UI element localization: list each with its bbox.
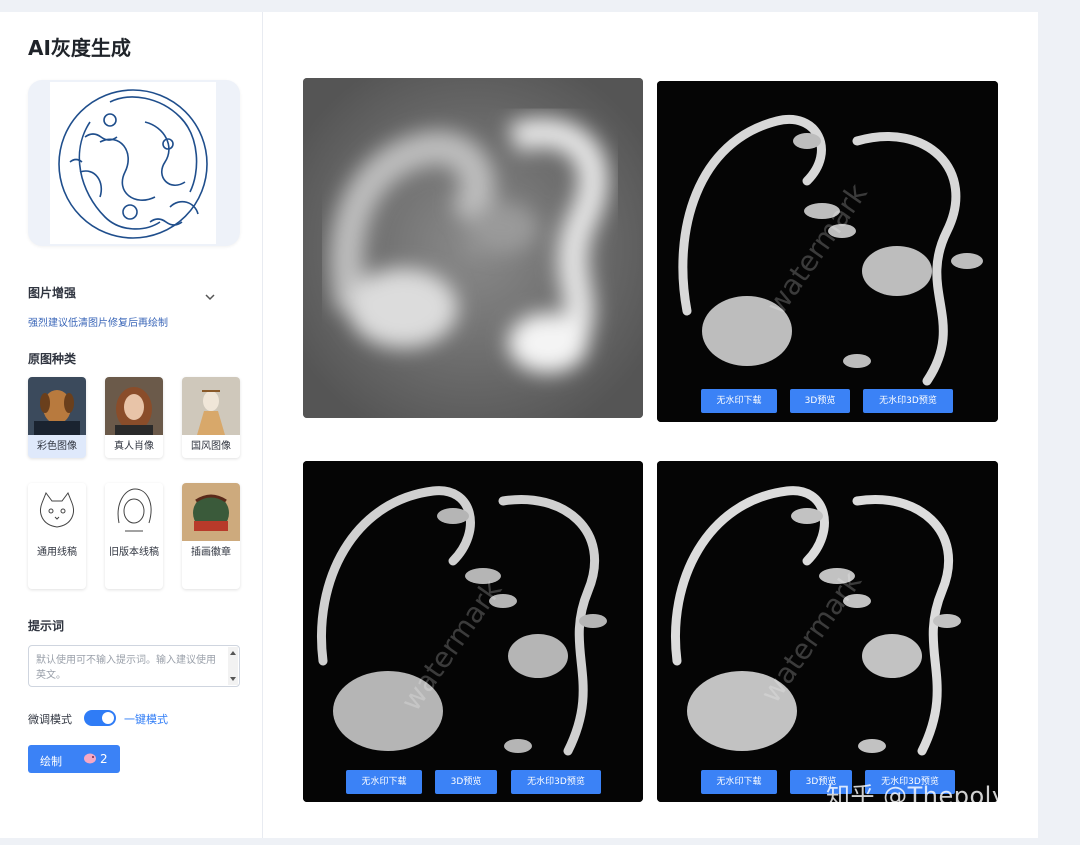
preview-3d-button[interactable]: 3D预览 bbox=[435, 770, 497, 794]
toggle-knob bbox=[102, 712, 114, 724]
prompt-scrollbar[interactable] bbox=[228, 647, 238, 685]
dog-thumbnail bbox=[28, 377, 86, 435]
depth-map-image bbox=[303, 78, 643, 418]
mode-left-label: 微调模式 bbox=[28, 713, 72, 726]
result-image-3[interactable]: watermark 无水印下载 3D预览 无水印3D预览 bbox=[657, 461, 998, 802]
mode-right-label[interactable]: 一键模式 bbox=[124, 711, 168, 727]
category-label-4: 旧版本线稿 bbox=[109, 547, 159, 558]
prompt-label: 提示词 bbox=[28, 619, 65, 633]
result-image-depth[interactable] bbox=[303, 78, 643, 418]
source-image-upload[interactable] bbox=[28, 80, 240, 246]
category-general-lineart[interactable]: 通用线稿 bbox=[28, 483, 86, 589]
girl-lineart-thumbnail bbox=[105, 483, 163, 541]
source-image bbox=[50, 82, 216, 244]
portrait-thumbnail bbox=[105, 377, 163, 435]
download-no-watermark-button[interactable]: 无水印下载 bbox=[346, 770, 422, 794]
category-illustration-badge[interactable]: 插画徽章 bbox=[182, 483, 240, 589]
category-legacy-lineart[interactable]: 旧版本线稿 bbox=[105, 483, 163, 589]
result-image-1[interactable]: watermark 无水印下载 3D预览 无水印3D预览 bbox=[657, 81, 998, 422]
preview-3d-no-watermark-button[interactable]: 无水印3D预览 bbox=[863, 389, 953, 413]
category-label-1: 真人肖像 bbox=[114, 441, 154, 452]
enhance-label: 图片增强 bbox=[28, 286, 77, 300]
category-portrait[interactable]: 真人肖像 bbox=[105, 377, 163, 458]
mode-toggle[interactable] bbox=[84, 710, 116, 726]
dragon-phoenix-grayscale: watermark bbox=[657, 461, 998, 802]
download-no-watermark-button[interactable]: 无水印下载 bbox=[701, 389, 777, 413]
preview-3d-button[interactable]: 3D预览 bbox=[790, 389, 850, 413]
category-chinese-style[interactable]: 国风图像 bbox=[182, 377, 240, 458]
dragon-phoenix-grayscale: watermark bbox=[303, 461, 643, 802]
download-no-watermark-button[interactable]: 无水印下载 bbox=[701, 770, 777, 794]
sidebar: AI灰度生成 图片增强 强烈建议低清图片修复后再绘制 原图种类 彩色图像 真人肖… bbox=[0, 12, 263, 838]
category-color-image[interactable]: 彩色图像 bbox=[28, 377, 86, 458]
category-label-0: 彩色图像 bbox=[37, 441, 77, 452]
enhance-hint: 强烈建议低清图片修复后再绘制 bbox=[28, 318, 168, 329]
chinese-style-thumbnail bbox=[182, 377, 240, 435]
category-label-5: 插画徽章 bbox=[191, 547, 231, 558]
main-panel: AI灰度生成 图片增强 强烈建议低清图片修复后再绘制 原图种类 彩色图像 真人肖… bbox=[0, 12, 1038, 838]
result-image-2[interactable]: watermark 无水印下载 3D预览 无水印3D预览 bbox=[303, 461, 643, 802]
piggy-coin-icon bbox=[84, 753, 96, 764]
draw-button[interactable]: 绘制 2 bbox=[28, 745, 120, 773]
prompt-input[interactable]: 默认使用可不输入提示词。输入建议使用英文。 bbox=[28, 645, 240, 687]
badge-thumbnail bbox=[182, 483, 240, 541]
site-watermark: 知乎 @Thepoly bbox=[826, 782, 1007, 810]
category-label: 原图种类 bbox=[28, 352, 77, 366]
prompt-placeholder: 默认使用可不输入提示词。输入建议使用英文。 bbox=[36, 655, 216, 681]
cat-lineart-thumbnail bbox=[28, 483, 86, 541]
category-label-2: 国风图像 bbox=[191, 441, 231, 452]
dragon-phoenix-grayscale: watermark bbox=[657, 81, 998, 422]
category-label-3: 通用线稿 bbox=[37, 547, 77, 558]
chevron-down-icon[interactable] bbox=[203, 290, 217, 304]
page-title: AI灰度生成 bbox=[28, 36, 131, 60]
preview-3d-no-watermark-button[interactable]: 无水印3D预览 bbox=[511, 770, 601, 794]
credit-count: 2 bbox=[100, 752, 108, 766]
draw-label: 绘制 bbox=[40, 755, 62, 768]
